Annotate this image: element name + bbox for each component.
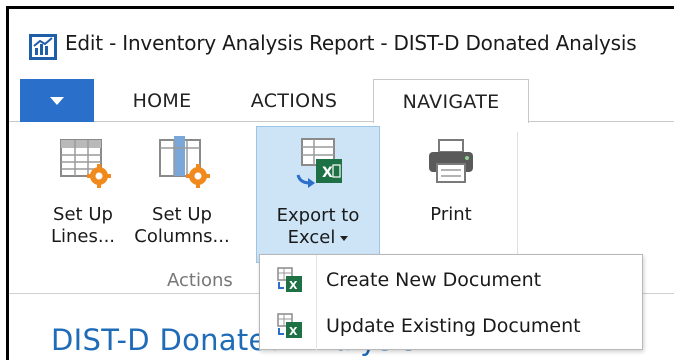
- tab-navigate[interactable]: NAVIGATE: [373, 79, 529, 123]
- chart-icon: [29, 34, 57, 60]
- svg-text:X: X: [322, 165, 333, 181]
- title-bar: Edit - Inventory Analysis Report - DIST-…: [9, 9, 674, 74]
- setup-lines-label-1: Set Up: [53, 204, 113, 225]
- export-to-excel-label-text: Excel: [287, 227, 336, 248]
- setup-columns-label-2: Columns...: [134, 226, 230, 247]
- application-menu-button[interactable]: [20, 79, 94, 122]
- setup-lines-button[interactable]: Set Up Lines...: [44, 126, 122, 263]
- excel-update-icon: X: [277, 313, 302, 338]
- setup-lines-label-2: Lines...: [50, 226, 116, 247]
- setup-columns-button[interactable]: Set Up Columns...: [127, 126, 237, 263]
- printer-icon: [429, 139, 473, 183]
- tab-actions[interactable]: ACTIONS: [229, 79, 359, 122]
- tab-home[interactable]: HOME: [107, 79, 217, 122]
- export-excel-icon: X: [296, 138, 342, 188]
- ribbon-group-label: Actions: [167, 270, 233, 291]
- svg-text:X: X: [289, 279, 298, 292]
- export-to-excel-label-2: Excel: [288, 227, 349, 249]
- table-rows-gear-icon: [60, 139, 111, 188]
- ribbon-tab-strip: HOME ACTIONS NAVIGATE: [9, 74, 674, 123]
- app-window: Edit - Inventory Analysis Report - DIST-…: [6, 6, 674, 360]
- window-title: Edit - Inventory Analysis Report - DIST-…: [65, 31, 637, 55]
- export-excel-dropdown-menu: X Create New Document X Update Existing …: [259, 254, 643, 351]
- print-label: Print: [430, 204, 472, 225]
- print-button[interactable]: Print: [396, 126, 506, 263]
- caret-down-icon: [340, 235, 349, 241]
- menu-item-label: Create New Document: [326, 269, 542, 291]
- setup-columns-label-1: Set Up: [152, 204, 212, 225]
- menu-item-create-new-document[interactable]: X Create New Document: [260, 257, 642, 303]
- chevron-down-icon: [50, 96, 64, 105]
- menu-item-label: Update Existing Document: [326, 315, 581, 337]
- excel-new-icon: X: [277, 267, 302, 292]
- export-to-excel-label-1: Export to: [276, 205, 360, 226]
- table-columns-gear-icon: [159, 136, 210, 188]
- svg-text:X: X: [289, 325, 298, 338]
- menu-item-update-existing-document[interactable]: X Update Existing Document: [260, 303, 642, 349]
- export-to-excel-button[interactable]: X Export to Excel: [256, 126, 380, 263]
